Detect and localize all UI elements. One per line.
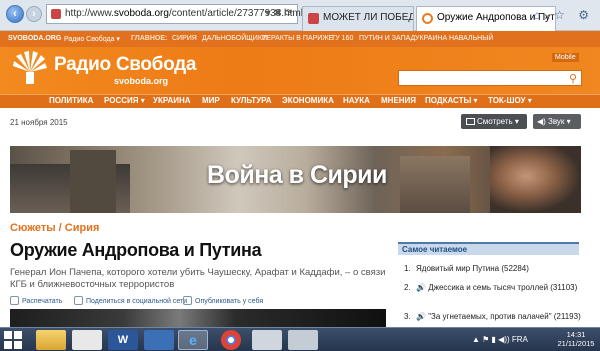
speaker-icon: ◀) — [537, 117, 546, 126]
embed-link[interactable]: Опубликовать у себя — [183, 296, 263, 305]
tab-terror[interactable]: МОЖЕТ ЛИ ПОБЕДИТЬ ТЕРР... — [302, 6, 414, 31]
notepad-icon[interactable] — [72, 330, 102, 350]
topic-banner[interactable]: Война в Сирии — [10, 146, 581, 213]
windows-taskbar: W e ▲ ⚑ ▮ ◀)) FRA 14:31 21/11/2015 — [0, 327, 600, 351]
site-link[interactable]: SVOBODA.ORG — [8, 35, 61, 42]
nav-item-economy[interactable]: ЭКОНОМИКА — [282, 96, 334, 105]
word-icon[interactable]: W — [108, 330, 138, 350]
main-label: ГЛАВНОЕ: — [131, 35, 168, 42]
site-domain: svoboda.org — [114, 76, 169, 86]
share-social-link[interactable]: Поделиться в социальной сети — [74, 296, 187, 305]
nav-item-ukraine[interactable]: УКРАИНА — [153, 96, 191, 105]
nav-item-culture[interactable]: КУЛЬТУРА — [231, 96, 272, 105]
topic-link-paris[interactable]: ТЕРАКТЫ В ПАРИЖЕ — [262, 35, 333, 42]
file-explorer-icon[interactable] — [36, 330, 66, 350]
watch-button[interactable]: Смотреть ▾ — [461, 114, 527, 129]
topic-link-ukraine[interactable]: УКРАИНА — [415, 35, 447, 42]
audio-icon: 🔊 — [416, 283, 426, 292]
share-icon — [74, 296, 83, 305]
embed-icon — [183, 296, 192, 305]
most-read-item[interactable]: 3. 🔊 "За угнетаемых, против палачей" (211… — [404, 312, 582, 322]
nav-item-russia[interactable]: РОССИЯ ▾ — [104, 96, 145, 105]
nav-item-science[interactable]: НАУКА — [343, 96, 370, 105]
breadcrumb[interactable]: Сюжеты / Сирия — [10, 222, 99, 234]
radio-svoboda-logo-icon[interactable] — [12, 50, 48, 86]
audio-icon: 🔊 — [416, 312, 426, 321]
nav-item-podcasts[interactable]: ПОДКАСТЫ ▾ — [425, 96, 478, 105]
print-link[interactable]: Распечатать — [10, 296, 62, 305]
svoboda-favicon-icon — [422, 13, 433, 24]
article-lead: Генерал Ион Пачепа, которого хотели убит… — [10, 267, 386, 290]
nav-item-world[interactable]: МИР — [202, 96, 220, 105]
browser-chrome: ‹ › http://www.svoboda.org/content/artic… — [0, 0, 600, 31]
banner-title: Война в Сирии — [207, 161, 387, 189]
topic-link-navalny[interactable]: НАВАЛЬНЫЙ — [449, 35, 493, 42]
nav-item-talkshow[interactable]: ТОК-ШОУ ▾ — [488, 96, 532, 105]
address-tools[interactable]: ▾ ✖ ⟳ — [266, 8, 293, 19]
browser-toolbar-icons[interactable]: ⌂ ☆ ⚙ — [534, 8, 594, 22]
address-bar[interactable]: http://www.svoboda.org/content/article/2… — [46, 4, 303, 24]
chrome-icon[interactable] — [221, 330, 241, 350]
tv-icon — [466, 118, 475, 125]
system-tray[interactable]: ▲ ⚑ ▮ ◀)) FRA — [472, 335, 528, 344]
most-read-item[interactable]: 1. Ядовитый мир Путина (52284) — [404, 264, 582, 274]
search-icon[interactable]: ⚲ — [569, 72, 577, 85]
site-title[interactable]: Радио Свобода — [54, 54, 197, 76]
mobile-link[interactable]: Mobile — [552, 53, 579, 62]
site-header: Радио Свобода svoboda.org Mobile ⚲ — [0, 47, 600, 94]
site-favicon-icon — [51, 9, 61, 19]
nav-item-opinions[interactable]: МНЕНИЯ — [381, 96, 416, 105]
taskbar-clock[interactable]: 14:31 21/11/2015 — [555, 330, 597, 348]
most-read-header: Самое читаемое — [398, 242, 579, 255]
nav-item-politics[interactable]: ПОЛИТИКА — [49, 96, 93, 105]
brand-dropdown[interactable]: Радио Свобода ▾ — [64, 35, 120, 43]
forward-button[interactable]: › — [26, 6, 42, 22]
article-image — [10, 309, 386, 329]
banner-ruins-image — [400, 156, 470, 213]
back-button[interactable]: ‹ — [6, 5, 24, 23]
internet-explorer-icon[interactable]: e — [178, 330, 208, 350]
app-icon[interactable] — [144, 330, 174, 350]
main-nav: ПОЛИТИКА РОССИЯ ▾ УКРАИНА МИР КУЛЬТУРА Э… — [0, 94, 600, 108]
banner-ruins-image — [70, 150, 116, 213]
sound-button[interactable]: ◀) Звук ▾ — [533, 114, 581, 129]
article-date: 21 ноября 2015 — [10, 118, 68, 127]
watch-label: Смотреть ▾ — [477, 117, 519, 126]
tab-label: МОЖЕТ ЛИ ПОБЕДИТЬ ТЕРР... — [323, 12, 413, 23]
windows-start-icon[interactable] — [4, 331, 22, 349]
app-icon[interactable] — [288, 330, 318, 350]
sound-label: Звук ▾ — [548, 117, 571, 126]
most-read-item[interactable]: 2. 🔊 Джессика и семь тысяч троллей (31103… — [404, 283, 582, 293]
article-title: Оружие Андропова и Путина — [10, 240, 262, 260]
topic-link-syria[interactable]: СИРИЯ — [172, 35, 197, 42]
search-input[interactable]: ⚲ — [398, 70, 582, 86]
app-icon[interactable] — [252, 330, 282, 350]
topic-link-putin-west[interactable]: ПУТИН И ЗАПАД — [359, 35, 415, 42]
banner-photo — [490, 146, 581, 213]
print-icon — [10, 296, 19, 305]
tab-favicon-icon — [308, 13, 319, 24]
topic-link-truckers[interactable]: ДАЛЬНОБОЙЩИКИ — [202, 35, 267, 42]
topic-link-tu160[interactable]: ТУ 160 — [331, 35, 353, 42]
top-strip: SVOBODA.ORG Радио Свобода ▾ ГЛАВНОЕ: СИР… — [0, 31, 600, 47]
